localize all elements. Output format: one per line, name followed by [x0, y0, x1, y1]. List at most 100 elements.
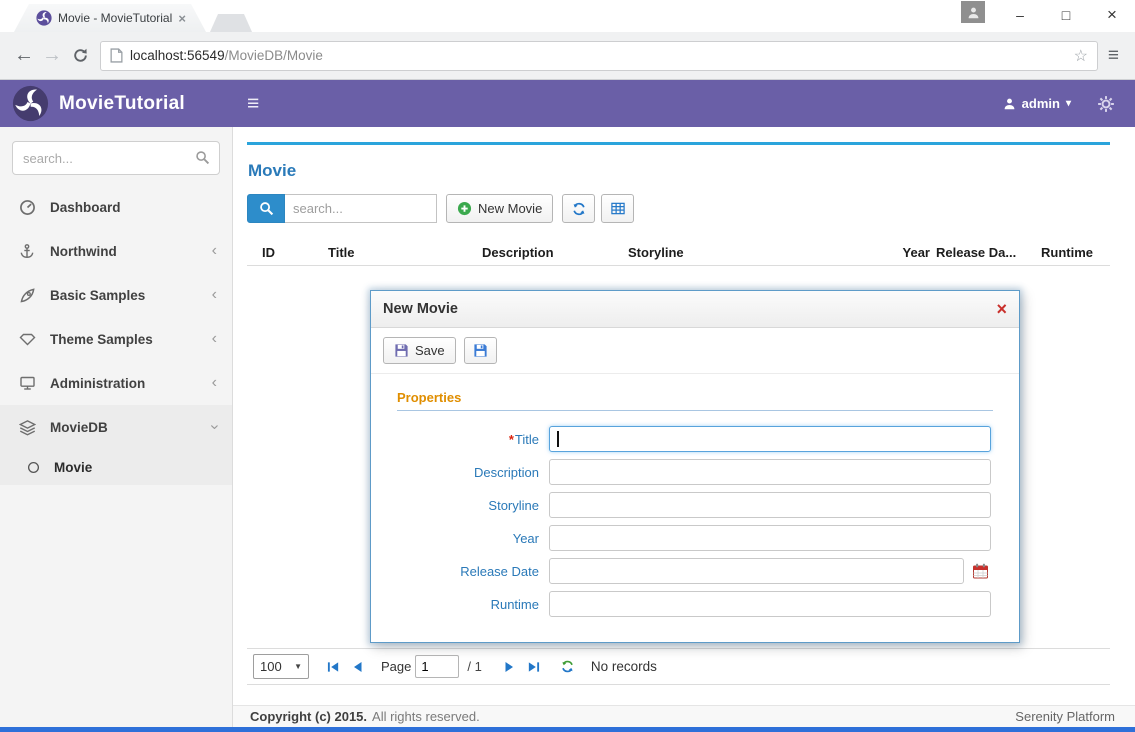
- serenity-logo-icon: [12, 85, 49, 122]
- new-tab-button[interactable]: [210, 14, 252, 32]
- grid-search-input[interactable]: [285, 194, 437, 223]
- form-row-year: Year: [397, 525, 993, 551]
- main-content: Movie New Movie: [233, 127, 1135, 705]
- plus-circle-icon: [457, 201, 472, 216]
- chevron-left-icon: ‹: [212, 375, 217, 391]
- browser-tab[interactable]: Movie - MovieTutorial ×: [14, 4, 206, 32]
- description-input[interactable]: [549, 459, 991, 485]
- year-input[interactable]: [549, 525, 991, 551]
- last-page-button[interactable]: [524, 656, 544, 678]
- window-accent-border: [0, 727, 1135, 732]
- new-movie-button[interactable]: New Movie: [446, 194, 553, 223]
- grid-search-button[interactable]: [247, 194, 285, 223]
- column-header-description[interactable]: Description: [482, 245, 628, 260]
- next-page-button[interactable]: [500, 656, 520, 678]
- form-row-release-date: Release Date: [397, 558, 993, 584]
- app-title: MovieTutorial: [59, 93, 185, 115]
- user-name: admin: [1022, 96, 1060, 111]
- browser-window: Movie - MovieTutorial × – □ × ← → localh…: [0, 0, 1135, 732]
- dialog-toolbar: Save: [371, 328, 1019, 374]
- grid-pager: 100 ▼ Page / 1: [247, 648, 1110, 685]
- grid-header: ID Title Description Storyline Year Rele…: [247, 239, 1110, 266]
- column-header-runtime[interactable]: Runtime: [1041, 245, 1121, 260]
- column-picker-button[interactable]: [601, 194, 634, 223]
- column-header-release-date[interactable]: Release Da...: [936, 245, 1031, 260]
- sidebar-group-moviedb: MovieDB ‹ Movie: [0, 405, 232, 485]
- page-total: / 1: [467, 659, 481, 674]
- minimize-button[interactable]: –: [997, 0, 1043, 30]
- sidebar-item-administration[interactable]: Administration ‹: [0, 361, 232, 405]
- runtime-input[interactable]: [549, 591, 991, 617]
- form-row-storyline: Storyline: [397, 492, 993, 518]
- grid-toolbar: New Movie: [247, 194, 1110, 223]
- settings-gears-icon[interactable]: [1097, 95, 1115, 113]
- prev-page-button[interactable]: [347, 656, 367, 678]
- apply-disk-icon: [473, 343, 488, 358]
- platform-brand: Serenity Platform: [1015, 709, 1115, 724]
- url-host: localhost:56549: [130, 48, 225, 63]
- category-title: Properties: [397, 390, 993, 411]
- sidebar-item-basic-samples[interactable]: Basic Samples ‹: [0, 273, 232, 317]
- select-caret-icon: ▼: [294, 662, 302, 671]
- url-path: /MovieDB/Movie: [225, 48, 323, 63]
- bookmark-star-icon[interactable]: ☆: [1074, 46, 1088, 66]
- favicon-serenity-icon: [36, 10, 52, 26]
- forward-icon[interactable]: →: [38, 44, 66, 67]
- new-movie-dialog: New Movie × Save Properties: [370, 290, 1020, 643]
- save-disk-icon: [394, 343, 409, 358]
- profile-avatar-icon[interactable]: [961, 1, 985, 23]
- dialog-title: New Movie: [383, 301, 996, 317]
- form-row-runtime: Runtime: [397, 591, 993, 617]
- user-icon: [1003, 97, 1016, 110]
- save-button[interactable]: Save: [383, 337, 456, 364]
- calendar-icon[interactable]: [972, 563, 989, 579]
- column-header-title[interactable]: Title: [328, 245, 482, 260]
- back-icon[interactable]: ←: [10, 44, 38, 67]
- release-date-input[interactable]: [549, 558, 964, 584]
- window-controls: – □ ×: [997, 0, 1135, 30]
- anchor-icon: [19, 243, 38, 260]
- column-header-id[interactable]: ID: [262, 245, 328, 260]
- storyline-input[interactable]: [549, 492, 991, 518]
- tab-title: Movie - MovieTutorial: [58, 11, 174, 25]
- sidebar-item-moviedb[interactable]: MovieDB ‹: [0, 405, 232, 449]
- column-header-storyline[interactable]: Storyline: [628, 245, 878, 260]
- sidebar-item-dashboard[interactable]: Dashboard: [0, 185, 232, 229]
- column-header-year[interactable]: Year: [878, 245, 930, 260]
- sidebar-toggle-icon[interactable]: ≡: [247, 92, 259, 116]
- sidebar-item-movie[interactable]: Movie: [0, 449, 232, 485]
- page-number-input[interactable]: [415, 655, 459, 678]
- first-page-button[interactable]: [323, 656, 343, 678]
- sidebar-search: [12, 141, 220, 175]
- rocket-icon: [19, 287, 38, 304]
- sidebar-search-input[interactable]: [12, 141, 220, 175]
- user-menu[interactable]: admin ▾: [1003, 96, 1071, 111]
- reload-icon[interactable]: [66, 47, 94, 64]
- caret-down-icon: ▾: [1066, 98, 1071, 109]
- tab-close-icon[interactable]: ×: [178, 11, 186, 26]
- sidebar-item-northwind[interactable]: Northwind ‹: [0, 229, 232, 273]
- dialog-close-icon[interactable]: ×: [996, 300, 1007, 318]
- text-caret: [557, 431, 559, 447]
- field-label-year: Year: [397, 531, 539, 546]
- sidebar-item-theme-samples[interactable]: Theme Samples ‹: [0, 317, 232, 361]
- apply-changes-button[interactable]: [464, 337, 497, 364]
- desktop-icon: [19, 375, 38, 391]
- page-label: Page: [381, 659, 411, 674]
- chevron-left-icon: ‹: [212, 331, 217, 347]
- browser-menu-icon[interactable]: ≡: [1108, 45, 1119, 67]
- app-header: MovieTutorial ≡ admin ▾: [0, 80, 1135, 127]
- search-icon: [195, 150, 210, 165]
- maximize-button[interactable]: □: [1043, 0, 1089, 30]
- chevron-down-icon: ‹: [206, 424, 222, 429]
- refresh-button[interactable]: [562, 194, 595, 223]
- sidebar: Dashboard Northwind ‹ Basic Samples ‹ Th…: [0, 127, 233, 727]
- copyright-strong: Copyright (c) 2015.: [250, 709, 367, 724]
- address-bar[interactable]: localhost:56549/MovieDB/Movie ☆: [100, 41, 1098, 71]
- sync-arrows-icon: [571, 201, 587, 217]
- close-button[interactable]: ×: [1089, 0, 1135, 30]
- dialog-titlebar[interactable]: New Movie ×: [371, 291, 1019, 328]
- pager-refresh-icon[interactable]: [560, 659, 575, 674]
- title-input[interactable]: [549, 426, 991, 452]
- page-size-select[interactable]: 100 ▼: [253, 654, 309, 679]
